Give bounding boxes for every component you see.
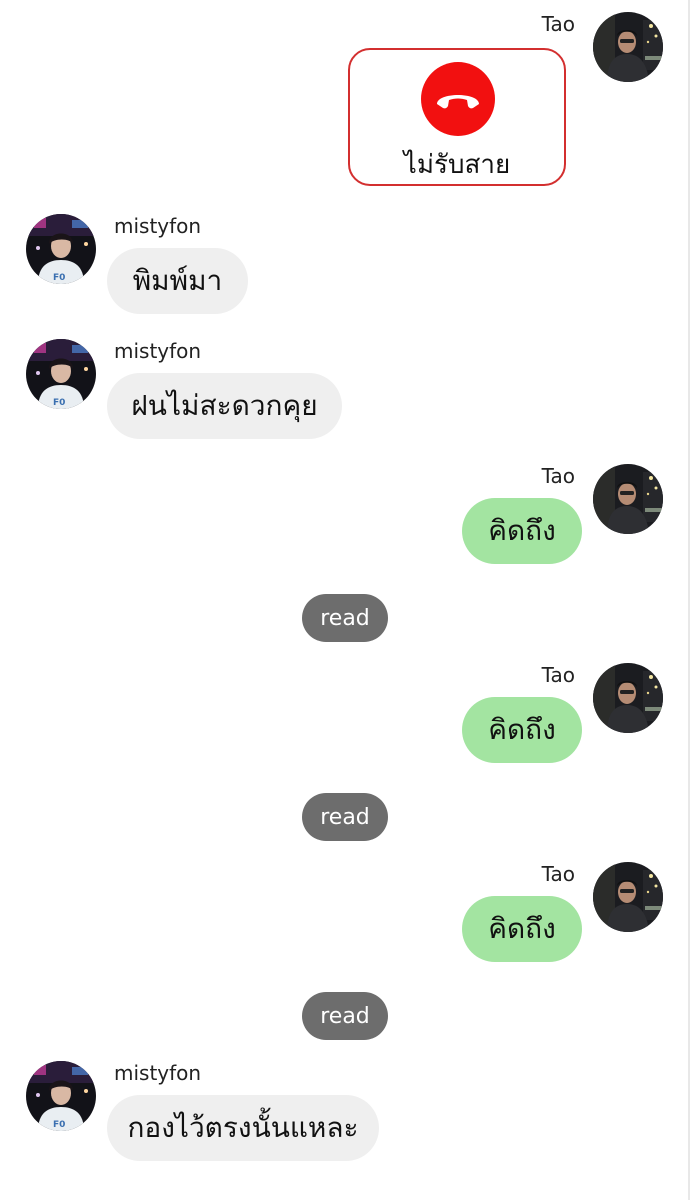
message-bubble[interactable]: คิดถึง (462, 697, 582, 763)
sender-name: Tao (541, 12, 575, 36)
phone-declined-icon (421, 62, 495, 136)
sender-name: Tao (541, 862, 575, 886)
avatar-tao[interactable] (593, 12, 663, 82)
sender-name: mistyfon (114, 1061, 202, 1085)
sender-name: Tao (541, 663, 575, 687)
avatar-mistyfon[interactable]: F0 (26, 214, 96, 284)
sender-name: mistyfon (114, 214, 202, 238)
avatar-tao[interactable] (593, 663, 663, 733)
sender-name: Tao (541, 464, 575, 488)
chat-screen: Tao ไม่รับสาย F0 mistyfon พิมพ์มา F0 mis… (0, 0, 690, 1200)
missed-call-card[interactable]: ไม่รับสาย (348, 48, 566, 186)
call-status-label: ไม่รับสาย (403, 150, 511, 180)
sender-name: mistyfon (114, 339, 202, 363)
avatar-tao[interactable] (593, 862, 663, 932)
svg-text:F0: F0 (53, 1120, 65, 1130)
message-bubble[interactable]: กองไว้ตรงนั้นแหละ (107, 1095, 379, 1161)
avatar-tao[interactable] (593, 464, 663, 534)
message-bubble[interactable]: ฝนไม่สะดวกคุย (107, 373, 342, 439)
message-bubble[interactable]: คิดถึง (462, 896, 582, 962)
read-receipt: read (302, 594, 388, 642)
avatar-mistyfon[interactable]: F0 (26, 339, 96, 409)
read-receipt: read (302, 992, 388, 1040)
read-receipt: read (302, 793, 388, 841)
avatar-mistyfon[interactable]: F0 (26, 1061, 96, 1131)
svg-text:F0: F0 (53, 398, 65, 408)
message-bubble[interactable]: พิมพ์มา (107, 248, 248, 314)
svg-text:F0: F0 (53, 273, 65, 283)
message-bubble[interactable]: คิดถึง (462, 498, 582, 564)
